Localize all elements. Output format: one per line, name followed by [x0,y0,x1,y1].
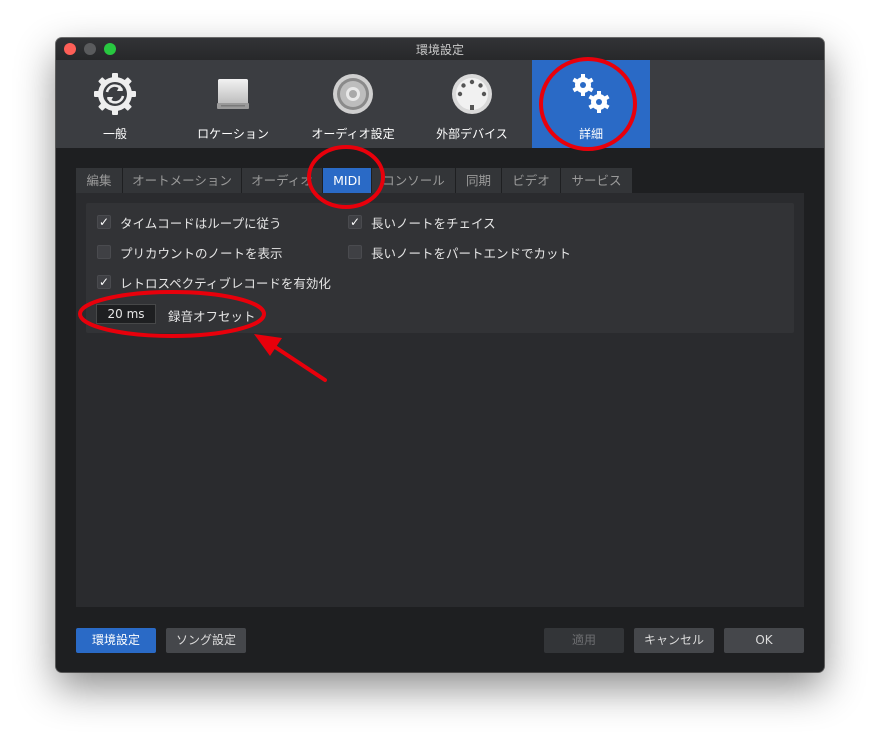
chase-long-notes-checkbox[interactable]: ✓ 長いノートをチェイス [348,214,496,231]
checkbox-label: タイムコードはループに従う [120,215,282,231]
preferences-toolbar: 一般 ロケーション オーディオ設定 外部デバイス 詳細 [56,60,824,148]
toolbar-item-location[interactable]: ロケーション [174,60,292,148]
preferences-content: 編集 オートメーション オーディオ MIDI コンソール 同期 ビデオ サービス… [56,148,824,672]
show-precount-notes-checkbox[interactable]: プリカウントのノートを表示 [97,244,283,261]
checkbox-label: 長いノートをパートエンドでカット [371,245,572,261]
record-offset-input[interactable]: 20 ms [96,304,156,324]
window-title: 環境設定 [415,43,464,57]
tab-video[interactable]: ビデオ [502,168,561,193]
toolbar-item-external-devices[interactable]: 外部デバイス [413,60,531,148]
title-bar: 環境設定 [56,38,824,61]
cut-long-notes-at-part-end-checkbox[interactable]: 長いノートをパートエンドでカット [348,244,572,261]
toolbar-item-general[interactable]: 一般 [56,60,174,148]
toolbar-label-advanced: 詳細 [578,127,603,141]
drive-icon [217,79,249,109]
song-setup-button[interactable]: ソング設定 [166,628,246,653]
checkbox-label: レトロスペクティブレコードを有効化 [120,275,331,291]
tab-midi[interactable]: MIDI [323,168,372,193]
record-offset-label: 録音オフセット [168,309,256,324]
speaker-icon [333,74,373,114]
checkbox-label: 長いノートをチェイス [371,215,496,231]
midi-options-group: ✓ タイムコードはループに従う プリカウントのノートを表示 ✓ レトロスペクティ… [86,203,794,333]
checkbox-box [348,245,362,259]
tab-console[interactable]: コンソール [372,168,456,193]
toolbar-label-audio-setup: オーディオ設定 [311,127,395,141]
apply-button[interactable]: 適用 [544,628,624,653]
timecode-follows-loop-checkbox[interactable]: ✓ タイムコードはループに従う [97,214,282,231]
tab-edit[interactable]: 編集 [76,168,123,193]
ok-button[interactable]: OK [724,628,804,653]
sync-gear-icon [94,73,136,115]
retrospective-record-checkbox[interactable]: ✓ レトロスペクティブレコードを有効化 [97,274,331,291]
tab-audio[interactable]: オーディオ [242,168,323,193]
toolbar-label-location: ロケーション [197,127,269,141]
checkmark-icon: ✓ [97,215,111,229]
preferences-button[interactable]: 環境設定 [76,628,156,653]
preferences-window: 環境設定 一般 ロケーション オーディオ設定 外部デバイス 詳細 編集 オートメ… [56,38,824,672]
gears-icon [572,74,610,113]
toolbar-label-general: 一般 [102,127,127,141]
checkbox-box [97,245,111,259]
checkmark-icon: ✓ [97,275,111,289]
midi-settings-panel: ✓ タイムコードはループに従う プリカウントのノートを表示 ✓ レトロスペクティ… [76,193,804,607]
checkmark-icon: ✓ [348,215,362,229]
toolbar-item-audio-setup[interactable]: オーディオ設定 [294,60,412,148]
toolbar-item-advanced[interactable]: 詳細 [532,60,650,148]
midi-port-icon [452,74,492,114]
tab-automation[interactable]: オートメーション [123,168,242,193]
checkbox-label: プリカウントのノートを表示 [120,245,283,261]
tab-sync[interactable]: 同期 [456,168,502,193]
cancel-button[interactable]: キャンセル [634,628,714,653]
toolbar-label-external-devices: 外部デバイス [436,127,508,141]
tab-services[interactable]: サービス [561,168,633,193]
